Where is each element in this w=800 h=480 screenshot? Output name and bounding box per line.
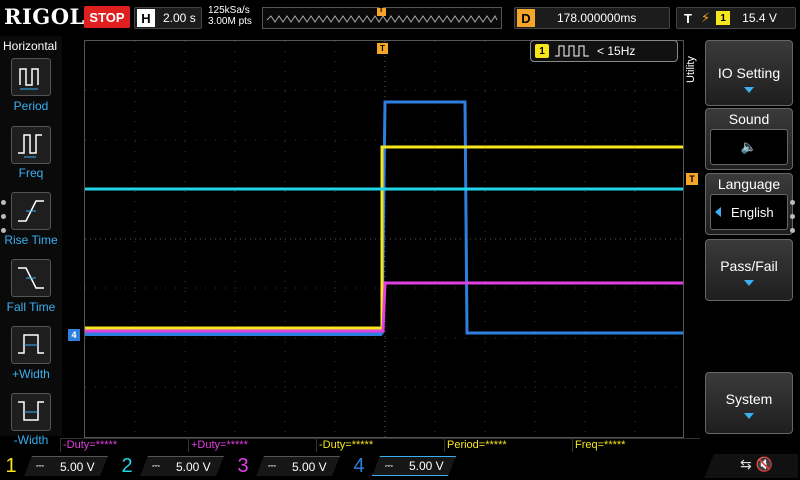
io-setting-label: IO Setting xyxy=(717,65,781,81)
chevron-down-icon xyxy=(744,413,754,419)
ch2-number: 2 xyxy=(121,454,133,477)
ch4-scale: 5.00 V xyxy=(408,459,444,473)
memory-depth: 3.00M pts xyxy=(208,16,252,27)
brand-logo: RIGOL xyxy=(4,4,85,29)
measurement-item[interactable]: -Duty=***** xyxy=(60,438,188,452)
ch1-scale: 5.00 V xyxy=(59,459,95,474)
waveform-grid[interactable] xyxy=(84,40,684,438)
overview-trigger-marker: T xyxy=(379,7,384,14)
period-button[interactable] xyxy=(11,58,51,96)
freq-icon xyxy=(18,134,42,158)
ch1-box[interactable]: 1 ⎓ 5.00 V xyxy=(0,455,110,477)
sound-button[interactable]: Sound 🔈 xyxy=(705,108,793,170)
pass-fail-button[interactable]: Pass/Fail xyxy=(705,239,793,301)
square-wave-icon xyxy=(555,45,589,57)
trigger-tag: T xyxy=(684,10,692,26)
ch4-number: 4 xyxy=(353,454,365,477)
rise-time-icon xyxy=(18,200,44,222)
ch1-number: 1 xyxy=(5,454,17,477)
period-icon xyxy=(19,68,39,90)
trigger-source-chip: 1 xyxy=(716,11,731,25)
delay-box[interactable]: D 178.000000ms xyxy=(514,7,670,29)
measure-menu-title: Horizontal xyxy=(3,39,58,53)
speaker-icon: 🔈 xyxy=(710,129,788,165)
fall-time-button[interactable] xyxy=(11,259,51,297)
delay-tag: D xyxy=(517,9,535,27)
timebase-box[interactable]: H 2.00 s xyxy=(134,7,202,29)
ch1-tab: ⎓ 5.00 V xyxy=(24,456,108,476)
trigger-box[interactable]: T ⚡ 1 15.4 V xyxy=(676,7,796,29)
usb-mute-icons: ⇆ 🔇 xyxy=(740,456,774,472)
timebase-value: 2.00 s xyxy=(163,11,196,25)
measurement-results: -Duty=***** +Duty=***** -Duty=***** Peri… xyxy=(60,438,700,452)
freq-label: Freq xyxy=(18,166,44,180)
dc-coupling-icon: ⎓ xyxy=(36,461,44,472)
horizontal-tag: H xyxy=(137,9,155,27)
utility-menu: IO Setting Sound 🔈 Language English Pass… xyxy=(700,36,800,436)
rise-time-label: Rise Time xyxy=(4,233,58,247)
freq-channel-chip: 1 xyxy=(535,44,549,58)
plus-width-button[interactable] xyxy=(11,326,51,364)
ch2-scale: 5.00 V xyxy=(175,459,211,474)
frequency-counter: 1 < 15Hz xyxy=(530,40,678,62)
system-label: System xyxy=(725,391,773,407)
dc-coupling-icon: ⎓ xyxy=(385,460,393,472)
ch3-trace xyxy=(85,281,683,333)
fall-time-icon xyxy=(18,267,44,289)
ch4-box[interactable]: 4 ⎓ 5.00 V xyxy=(348,455,458,477)
measure-menu: Horizontal Period Freq Rise Time Fall Ti… xyxy=(0,36,62,447)
memory-overview[interactable]: T xyxy=(262,7,502,29)
ch3-box[interactable]: 3 ⎓ 5.00 V xyxy=(232,455,342,477)
trigger-level-marker[interactable]: T xyxy=(686,173,698,185)
left-edge-dots xyxy=(1,200,9,242)
measurement-item[interactable]: -Duty=***** xyxy=(316,438,444,452)
period-label: Period xyxy=(13,99,49,113)
right-edge-dots xyxy=(790,200,798,242)
ch3-scale: 5.00 V xyxy=(291,459,327,474)
dc-coupling-icon: ⎓ xyxy=(152,461,160,472)
channel-bar: 1 ⎓ 5.00 V 2 ⎓ 5.00 V 3 ⎓ 5.00 V 4 ⎓ 5.0… xyxy=(0,452,800,480)
ch4-ground-marker[interactable]: 4 xyxy=(68,329,80,341)
trigger-position-marker[interactable]: T xyxy=(377,43,388,54)
plus-width-label: +Width xyxy=(12,367,50,381)
measurement-item[interactable]: Period=***** xyxy=(444,438,572,452)
pass-fail-label: Pass/Fail xyxy=(720,258,778,274)
ch2-tab: ⎓ 5.00 V xyxy=(140,456,224,476)
language-value: English xyxy=(731,204,774,220)
trigger-level-value: 15.4 V xyxy=(742,11,777,25)
minus-width-button[interactable] xyxy=(11,393,51,431)
oscilloscope-screen: RIGOL STOP H 2.00 s 125kSa/s 3.00M pts T… xyxy=(0,0,800,480)
minus-width-label: -Width xyxy=(13,433,49,447)
measurement-item[interactable]: +Duty=***** xyxy=(188,438,316,452)
language-value-box: English xyxy=(710,194,788,230)
sound-label: Sound xyxy=(728,111,770,127)
delay-value: 178.000000ms xyxy=(557,11,637,25)
system-button[interactable]: System xyxy=(705,372,793,434)
run-stop-status[interactable]: STOP xyxy=(84,6,130,28)
status-bar: RIGOL STOP H 2.00 s 125kSa/s 3.00M pts T… xyxy=(0,0,800,36)
fall-time-label: Fall Time xyxy=(6,300,56,314)
trigger-edge-icon: ⚡ xyxy=(701,10,711,25)
ch3-number: 3 xyxy=(237,454,249,477)
acquisition-info: 125kSa/s 3.00M pts xyxy=(208,5,252,27)
language-button[interactable]: Language English xyxy=(705,173,793,235)
ch4-tab: ⎓ 5.00 V xyxy=(372,456,456,476)
chevron-down-icon xyxy=(744,87,754,93)
sample-rate: 125kSa/s xyxy=(208,5,250,16)
measurement-item[interactable]: Freq=***** xyxy=(572,438,700,452)
dc-coupling-icon: ⎓ xyxy=(268,461,276,472)
chevron-left-icon xyxy=(715,207,721,217)
io-setting-button[interactable]: IO Setting xyxy=(705,40,793,106)
ch2-box[interactable]: 2 ⎓ 5.00 V xyxy=(116,455,226,477)
ch3-tab: ⎓ 5.00 V xyxy=(256,456,340,476)
minus-width-icon xyxy=(18,401,44,421)
plus-width-icon xyxy=(18,334,44,354)
freq-button[interactable] xyxy=(11,126,51,164)
menu-title-utility: Utility xyxy=(685,56,697,84)
language-label: Language xyxy=(717,176,781,192)
chevron-down-icon xyxy=(744,280,754,286)
waveform-display xyxy=(85,41,683,437)
freq-readout-text: < 15Hz xyxy=(597,44,636,58)
rise-time-button[interactable] xyxy=(11,192,51,230)
